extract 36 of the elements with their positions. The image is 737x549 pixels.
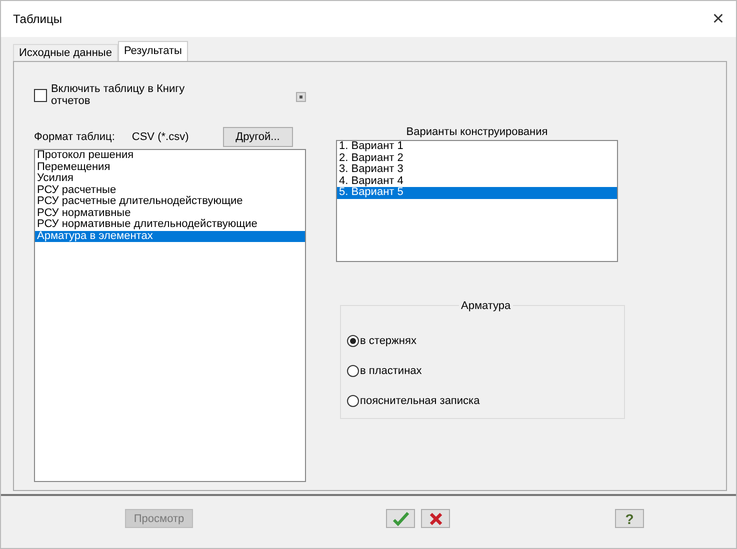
preview-button: Просмотр [125,509,193,528]
tab[interactable]: Исходные данные [13,44,118,61]
list-item[interactable]: РСУ нормативные [35,208,305,219]
checkbox[interactable] [34,88,47,102]
radio-label[interactable]: в пластинах [360,365,422,377]
list-item[interactable]: РСУ нормативные длительнодействующие [35,219,305,230]
radio-button[interactable] [347,365,359,377]
checkmark-icon [392,512,410,526]
radio-label[interactable]: пояснительная записка [360,395,480,407]
list-item[interactable]: 4. Вариант 4 [337,176,617,187]
checkbox-label[interactable]: Включить таблицу в Книгу отчетов [50,83,226,107]
list-item[interactable]: РСУ расчетные длительнодействующие [35,196,305,208]
list-item[interactable]: Арматура в элементах [35,230,305,242]
list-item[interactable]: Протокол решения [35,150,305,162]
ok-button[interactable] [386,509,415,528]
format-value: CSV (*.csv) [132,131,189,143]
list-item[interactable]: 2. Вариант 2 [337,152,617,164]
radio-button[interactable] [347,395,359,407]
window-title: Таблицы [13,12,62,26]
group-title: Арматура [459,300,513,312]
list-item[interactable]: РСУ расчетные [35,184,305,196]
radio-label[interactable]: в стержнях [360,335,416,347]
list-item[interactable]: 3. Вариант 3 [337,164,617,176]
variants-title: Варианты конструирования [405,126,549,138]
close-icon [428,512,442,526]
other-format-button[interactable]: Другой... [222,127,293,147]
format-label: Формат таблиц: [34,131,115,143]
list-item[interactable]: Усилия [35,173,305,184]
list-item[interactable]: 1. Вариант 1 [337,141,617,152]
close-button[interactable]: × [712,8,724,30]
list-item[interactable]: Перемещения [35,162,305,173]
tab[interactable]: Результаты [118,41,188,61]
list-item[interactable]: 5. Вариант 5 [337,187,617,198]
radio-button[interactable] [347,335,359,347]
help-button[interactable]: ? [615,509,644,528]
cancel-button[interactable] [421,509,450,528]
